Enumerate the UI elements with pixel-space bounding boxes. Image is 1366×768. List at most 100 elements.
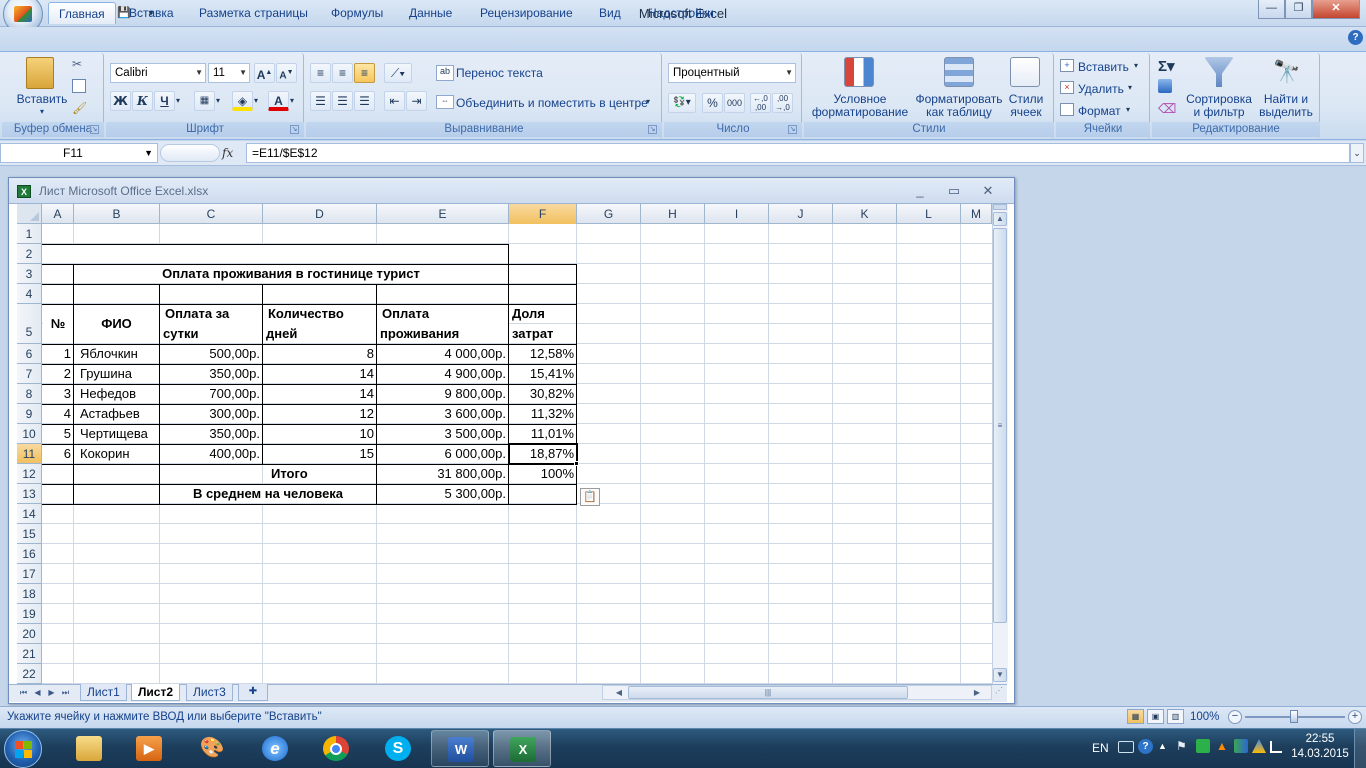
zoom-out-button[interactable]: −: [1228, 710, 1242, 724]
cell-days[interactable]: 8: [263, 344, 377, 364]
number-format-combo[interactable]: Процентный ▼: [668, 63, 796, 83]
taskbar-explorer[interactable]: [60, 730, 118, 767]
font-color-button[interactable]: A: [268, 91, 289, 111]
header-pay-day-line1[interactable]: Оплата за: [162, 304, 232, 324]
column-header[interactable]: J: [769, 204, 833, 224]
thousands-button[interactable]: 000: [724, 93, 745, 113]
cell-num[interactable]: 5: [42, 424, 74, 444]
cell-num[interactable]: 4: [42, 404, 74, 424]
cell-per-day[interactable]: 500,00р.: [160, 344, 263, 364]
row-header[interactable]: 1: [17, 224, 42, 244]
align-right-button[interactable]: ☰: [354, 91, 375, 111]
font-launcher-icon[interactable]: ↘: [290, 125, 299, 134]
cell-fio[interactable]: Нефедов: [77, 384, 139, 404]
shrink-font-button[interactable]: A▼: [276, 63, 297, 83]
next-sheet-arrow[interactable]: ▶: [46, 685, 57, 700]
cell-total[interactable]: 4 000,00р.: [377, 344, 509, 364]
language-indicator[interactable]: EN: [1092, 741, 1109, 755]
column-header[interactable]: E: [377, 204, 509, 224]
column-header[interactable]: A: [42, 204, 74, 224]
row-header[interactable]: 4: [17, 284, 42, 304]
italic-button[interactable]: К: [132, 91, 153, 111]
autosum-icon[interactable]: Σ▾: [1158, 57, 1175, 75]
expand-formula-bar-icon[interactable]: ⌄: [1350, 143, 1364, 163]
cell-fio[interactable]: Кокорин: [77, 444, 133, 464]
scroll-up-arrow[interactable]: ▲: [993, 212, 1007, 226]
header-days-line2[interactable]: дней: [263, 324, 300, 344]
row-header[interactable]: 6: [17, 344, 42, 364]
merge-center-button[interactable]: Объединить и поместить в центре: [456, 97, 648, 110]
paste-options-icon[interactable]: 📋: [580, 488, 600, 506]
wrap-text-button[interactable]: Перенос текста: [456, 67, 543, 80]
cell-num[interactable]: 6: [42, 444, 74, 464]
cell-styles-button[interactable]: Стили ячеек: [1004, 93, 1048, 119]
clipboard-launcher-icon[interactable]: ↘: [90, 125, 99, 134]
decrease-decimal-button[interactable]: ,00 →,0: [772, 93, 793, 113]
zoom-in-button[interactable]: +: [1348, 710, 1362, 724]
cell-share[interactable]: 12,58%: [509, 344, 577, 364]
formula-bar-resize-handle[interactable]: [160, 144, 220, 162]
cell-share[interactable]: 30,82%: [509, 384, 577, 404]
cell-total[interactable]: 3 600,00р.: [377, 404, 509, 424]
cell-per-day[interactable]: 300,00р.: [160, 404, 263, 424]
row-header-selected[interactable]: 11: [17, 444, 42, 464]
cell-days[interactable]: 12: [263, 404, 377, 424]
merge-dropdown-icon[interactable]: ▾: [646, 97, 650, 106]
column-header[interactable]: K: [833, 204, 897, 224]
increase-decimal-button[interactable]: ←,0,00: [750, 93, 771, 113]
row-header[interactable]: 8: [17, 384, 42, 404]
format-dropdown-icon[interactable]: ▾: [1126, 105, 1130, 114]
header-share-line1[interactable]: Доля: [509, 304, 548, 324]
header-num[interactable]: №: [43, 314, 73, 334]
insert-function-icon[interactable]: fx: [222, 144, 242, 162]
header-fio[interactable]: ФИО: [74, 314, 159, 334]
clock[interactable]: 22:55 14.03.2015: [1288, 732, 1352, 762]
fill-color-dropdown-icon[interactable]: ▾: [254, 96, 258, 105]
minimize-button[interactable]: —: [1258, 0, 1285, 19]
total-share[interactable]: 100%: [509, 464, 577, 484]
select-all-button[interactable]: [17, 204, 42, 224]
borders-button[interactable]: ▦: [194, 91, 215, 111]
row-header[interactable]: 12: [17, 464, 42, 484]
cell-fio[interactable]: Астафьев: [77, 404, 143, 424]
cell-per-day[interactable]: 350,00р.: [160, 364, 263, 384]
row-header[interactable]: 18: [17, 584, 42, 604]
tab-review[interactable]: Рецензирование: [470, 2, 583, 24]
tab-page-layout[interactable]: Разметка страницы: [189, 2, 318, 24]
row-header[interactable]: 15: [17, 524, 42, 544]
tray-status-icon[interactable]: ▲: [1216, 739, 1230, 753]
cell-num[interactable]: 3: [42, 384, 74, 404]
average-label[interactable]: В среднем на человека: [160, 484, 376, 504]
column-header[interactable]: I: [705, 204, 769, 224]
borders-dropdown-icon[interactable]: ▾: [216, 96, 220, 105]
cell-days[interactable]: 15: [263, 444, 377, 464]
find-select-button[interactable]: Найти и выделить: [1254, 93, 1318, 119]
row-header[interactable]: 17: [17, 564, 42, 584]
row-header[interactable]: 2: [17, 244, 42, 264]
prev-sheet-arrow[interactable]: ◀: [32, 685, 43, 700]
column-header[interactable]: G: [577, 204, 641, 224]
clear-icon[interactable]: ⌫: [1158, 101, 1176, 117]
tab-insert[interactable]: Вставка: [119, 2, 184, 24]
scroll-down-arrow[interactable]: ▼: [993, 668, 1007, 682]
total-value[interactable]: 31 800,00р.: [377, 464, 509, 484]
fill-icon[interactable]: [1158, 79, 1172, 93]
row-header[interactable]: 5: [17, 304, 42, 344]
tray-app-icon[interactable]: [1234, 739, 1248, 753]
start-button[interactable]: [4, 730, 42, 768]
cell-share[interactable]: 11,32%: [509, 404, 577, 424]
taskbar-paint[interactable]: 🎨: [183, 730, 241, 767]
horizontal-scroll-thumb[interactable]: |||: [628, 686, 908, 699]
average-value[interactable]: 5 300,00р.: [377, 484, 509, 504]
cell-total[interactable]: 9 800,00р.: [377, 384, 509, 404]
header-pay-total-line1[interactable]: Оплата: [379, 304, 432, 324]
resize-grip-icon[interactable]: ⋰: [995, 686, 1007, 700]
insert-cells-button[interactable]: Вставить: [1078, 61, 1129, 74]
column-header[interactable]: M: [961, 204, 992, 224]
cell-days[interactable]: 14: [263, 364, 377, 384]
row-header[interactable]: 16: [17, 544, 42, 564]
cell-num[interactable]: 2: [42, 364, 74, 384]
format-cells-button[interactable]: Формат: [1078, 105, 1121, 118]
alignment-launcher-icon[interactable]: ↘: [648, 125, 657, 134]
cell-share[interactable]: 15,41%: [509, 364, 577, 384]
